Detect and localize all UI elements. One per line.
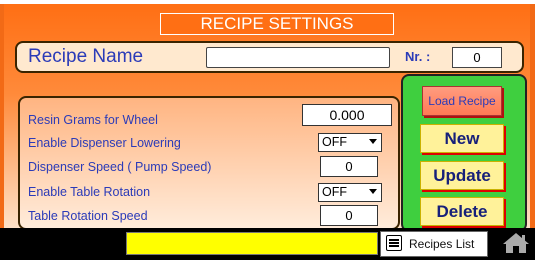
status-field: [126, 232, 378, 255]
recipe-settings-screen: RECIPE SETTINGS Recipe Name Nr. : 0 Resi…: [0, 0, 535, 260]
recipe-name-input[interactable]: [206, 47, 390, 68]
recipe-name-row: Recipe Name Nr. : 0: [15, 41, 524, 73]
nr-input[interactable]: 0: [452, 47, 502, 68]
enable-dispenser-lowering-label: Enable Dispenser Lowering: [28, 136, 181, 150]
enable-dispenser-lowering-value: OFF: [322, 135, 347, 149]
enable-table-rotation-label: Enable Table Rotation: [28, 185, 151, 199]
list-icon: [386, 235, 402, 251]
enable-dispenser-lowering-select[interactable]: OFF: [318, 133, 382, 152]
resin-grams-label: Resin Grams for Wheel: [28, 113, 158, 127]
chevron-down-icon: [369, 139, 377, 144]
delete-button[interactable]: Delete: [420, 197, 504, 226]
resin-grams-input[interactable]: 0.000: [302, 104, 392, 126]
home-icon[interactable]: [501, 231, 531, 255]
dispenser-speed-input[interactable]: 0: [320, 156, 378, 177]
table-rotation-speed-input[interactable]: 0: [320, 205, 378, 226]
footer-bar: Recipes List: [0, 228, 535, 260]
actions-panel: Load Recipe New Update Delete: [401, 74, 527, 232]
chevron-down-icon: [369, 189, 377, 194]
new-button[interactable]: New: [420, 124, 504, 153]
recipes-list-label: Recipes List: [409, 237, 475, 251]
parameters-panel: Resin Grams for Wheel 0.000 Enable Dispe…: [18, 96, 400, 230]
page-title: RECIPE SETTINGS: [160, 13, 394, 35]
recipe-name-label: Recipe Name: [28, 46, 144, 67]
recipes-list-button[interactable]: Recipes List: [380, 231, 488, 257]
enable-table-rotation-select[interactable]: OFF: [318, 183, 382, 202]
dispenser-speed-label: Dispenser Speed ( Pump Speed): [28, 160, 212, 174]
enable-table-rotation-value: OFF: [322, 185, 347, 199]
update-button[interactable]: Update: [420, 161, 504, 190]
main-panel: RECIPE SETTINGS Recipe Name Nr. : 0 Resi…: [4, 4, 530, 232]
nr-label: Nr. :: [405, 49, 431, 64]
load-recipe-button[interactable]: Load Recipe: [422, 86, 502, 116]
table-rotation-speed-label: Table Rotation Speed: [28, 209, 148, 223]
